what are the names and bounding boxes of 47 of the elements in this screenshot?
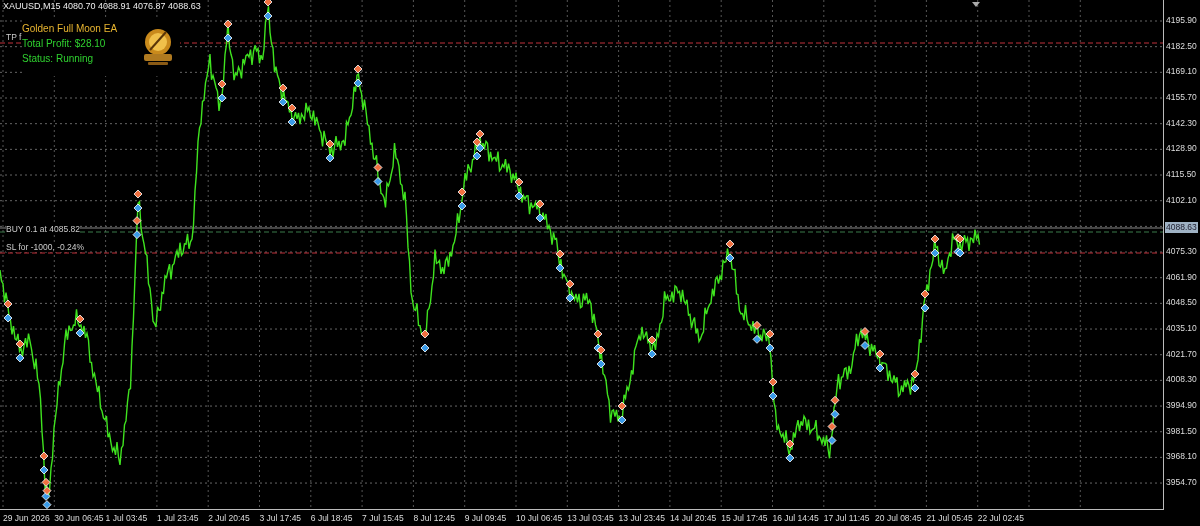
time-label: 15 Jul 17:45 bbox=[721, 513, 768, 523]
status-text: Status: Running bbox=[22, 53, 95, 64]
time-label: 20 Jul 08:45 bbox=[875, 513, 922, 523]
profit-text: Total Profit: $28.10 bbox=[22, 38, 107, 49]
price-label: 3954.70 bbox=[1166, 477, 1197, 489]
price-label: 4035.10 bbox=[1166, 323, 1197, 335]
price-label: 4008.30 bbox=[1166, 374, 1197, 386]
time-label: 21 Jul 05:45 bbox=[926, 513, 973, 523]
symbol-header: XAUUSD,M15 4080.70 4088.91 4076.87 4088.63 bbox=[3, 1, 201, 11]
time-label: 14 Jul 20:45 bbox=[669, 513, 717, 523]
shift-marker-icon[interactable] bbox=[972, 2, 980, 7]
time-label: 29 Jun 2026 bbox=[3, 513, 50, 523]
price-label: 4155.70 bbox=[1166, 92, 1197, 103]
current-price-badge: 4088.63 bbox=[1165, 222, 1198, 234]
time-label: 17 Jul 11:45 bbox=[823, 513, 870, 523]
price-label: 4128.90 bbox=[1166, 143, 1197, 155]
time-label: 10 Jul 06:45 bbox=[516, 513, 563, 523]
price-label: 4102.10 bbox=[1166, 194, 1197, 206]
ea-title: Golden Full Moon EA bbox=[22, 23, 118, 34]
time-label: 1 Jul 03:45 bbox=[105, 513, 148, 523]
time-label: 1 Jul 23:45 bbox=[156, 513, 199, 523]
time-label: 30 Jun 06:45 bbox=[54, 513, 104, 523]
price-label: 4115.50 bbox=[1166, 169, 1197, 180]
price-label: 4169.10 bbox=[1166, 66, 1197, 78]
level-label: TP f bbox=[6, 32, 22, 42]
price-label: 3968.10 bbox=[1166, 451, 1197, 463]
price-label: 4075.30 bbox=[1166, 246, 1197, 257]
time-label: 3 Jul 17:45 bbox=[259, 513, 302, 523]
time-label: 16 Jul 14:45 bbox=[772, 513, 819, 523]
price-label: 4061.90 bbox=[1166, 271, 1197, 283]
time-label: 13 Jul 03:45 bbox=[567, 513, 614, 523]
price-label: 4142.30 bbox=[1166, 117, 1197, 129]
time-label: 13 Jul 23:45 bbox=[618, 513, 665, 523]
price-label: 4021.70 bbox=[1166, 348, 1197, 360]
price-label: 4182.50 bbox=[1166, 40, 1197, 52]
time-label: 6 Jul 18:45 bbox=[310, 513, 353, 523]
price-label: 4195.90 bbox=[1166, 15, 1197, 26]
time-label: 8 Jul 12:45 bbox=[413, 513, 455, 523]
price-label: 3994.90 bbox=[1166, 400, 1197, 412]
time-label: 7 Jul 15:45 bbox=[362, 513, 404, 523]
price-label: 4048.50 bbox=[1166, 297, 1197, 309]
time-label: 9 Jul 09:45 bbox=[464, 513, 507, 523]
time-label: 2 Jul 20:45 bbox=[208, 513, 250, 523]
level-label: SL for -1000, -0.24% bbox=[6, 242, 85, 252]
time-label: 22 Jul 02:45 bbox=[977, 513, 1024, 523]
price-label: 3981.50 bbox=[1166, 425, 1197, 437]
level-label: BUY 0.1 at 4085.82 bbox=[6, 224, 81, 234]
